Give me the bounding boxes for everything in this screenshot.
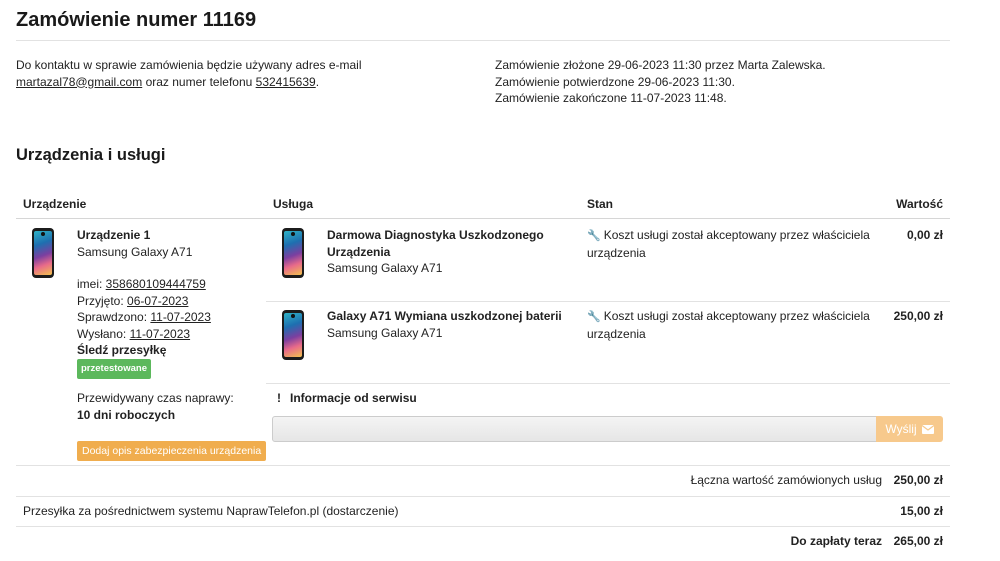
header-divider: [16, 218, 950, 219]
repair-time-value: 10 dni roboczych: [77, 407, 176, 422]
title-divider: [16, 40, 950, 41]
header-service: Usługa: [273, 197, 314, 211]
device-name: Urządzenie 1: [77, 228, 151, 242]
section-title: Urządzenia i usługi: [16, 146, 166, 164]
state-text: Koszt usługi został akceptowany przez wł…: [603, 309, 870, 323]
phone-thumbnail: [282, 310, 304, 360]
amount-due-label: Do zapłaty teraz: [790, 534, 882, 548]
email-link[interactable]: martazal78@gmail.com: [16, 75, 142, 89]
received-date-link[interactable]: 06-07-2023: [127, 294, 188, 308]
repair-time: Przewidywany czas naprawy: 10 dni robocz…: [77, 390, 267, 423]
service-name-cont: Urządzenia: [327, 244, 391, 259]
imei-label: imei:: [77, 277, 106, 291]
service-state: 🔧 Koszt usługi został akceptowany przez w…: [587, 308, 877, 342]
services-total-label: Łączna wartość zamówionych usług: [690, 473, 882, 487]
contact-info: Do kontaktu w sprawie zamówienia będzie …: [16, 57, 456, 90]
header-state: Stan: [587, 197, 614, 211]
service-name: Darmowa Diagnostyka Uszkodzonego: [327, 228, 544, 242]
send-button[interactable]: Wyślij: [876, 416, 943, 442]
status-completed: Zamówienie zakończone 11-07-2023 11:48.: [495, 91, 727, 105]
totals-divider: [16, 496, 950, 497]
header-device: Urządzenie: [23, 197, 87, 211]
service-value: 250,00 zł: [893, 309, 943, 323]
wrench-icon: 🔧: [587, 311, 601, 323]
send-button-label: Wyślij: [885, 422, 917, 436]
contact-line: Do kontaktu w sprawie zamówienia będzie …: [16, 58, 362, 72]
order-status: Zamówienie złożone 29-06-2023 11:30 prze…: [495, 57, 945, 107]
received-label: Przyjęto:: [77, 293, 128, 308]
row-divider: [266, 301, 950, 302]
status-badge: przetestowane: [77, 358, 151, 379]
state-text: Koszt usługi został akceptowany przez wł…: [603, 228, 870, 242]
sent-label: Wysłano:: [77, 326, 130, 341]
envelope-icon: [921, 424, 934, 434]
service-info-title: Informacje od serwisu: [290, 391, 417, 405]
status-confirmed: Zamówienie potwierdzone 29-06-2023 11:30…: [495, 74, 735, 89]
state-text-cont: urządzenia: [587, 326, 646, 341]
service-message-input[interactable]: [272, 416, 878, 442]
sent-date-link[interactable]: 11-07-2023: [130, 327, 191, 341]
checked-date-link[interactable]: 11-07-2023: [150, 310, 211, 324]
header-value: Wartość: [896, 197, 943, 211]
service-model: Samsung Galaxy A71: [327, 261, 443, 275]
row-divider: [266, 383, 950, 384]
wrench-icon: 🔧: [587, 230, 601, 242]
status-placed: Zamówienie złożone 29-06-2023 11:30 prze…: [495, 58, 826, 72]
state-text-cont: urządzenia: [587, 245, 646, 260]
page-title: Zamówienie numer 11169: [16, 9, 257, 31]
contact-mid-text: oraz numer telefonu: [142, 74, 256, 89]
totals-divider: [16, 465, 950, 466]
service-item: Galaxy A71 Wymiana uszkodzonej baterii S…: [327, 308, 582, 341]
device-model: Samsung Galaxy A71: [77, 244, 193, 259]
phone-thumbnail: [32, 228, 54, 278]
device-details: Urządzenie 1 Samsung Galaxy A71 imei: 35…: [77, 227, 267, 379]
service-value: 0,00 zł: [906, 228, 943, 242]
track-shipment-link[interactable]: Śledź przesyłkę: [77, 342, 267, 359]
exclamation-icon: !: [277, 391, 281, 405]
repair-time-label: Przewidywany czas naprawy:: [77, 391, 234, 405]
shipping-value: 15,00 zł: [900, 504, 943, 518]
service-model: Samsung Galaxy A71: [327, 325, 443, 340]
service-name: Galaxy A71 Wymiana uszkodzonej baterii: [327, 309, 562, 323]
services-total-value: 250,00 zł: [893, 473, 943, 487]
checked-label: Sprawdzono:: [77, 310, 151, 324]
contact-end-text: .: [315, 74, 320, 89]
amount-due-value: 265,00 zł: [893, 534, 943, 548]
service-state: 🔧 Koszt usługi został akceptowany przez w…: [587, 227, 877, 261]
service-item: Darmowa Diagnostyka Uszkodzonego Urządze…: [327, 227, 577, 277]
shipping-label: Przesyłka za pośrednictwem systemu Napra…: [23, 504, 399, 518]
phone-link[interactable]: 532415639: [256, 75, 316, 89]
totals-divider: [16, 526, 950, 527]
imei-link[interactable]: 358680109444759: [106, 277, 206, 291]
add-security-description-button[interactable]: Dodaj opis zabezpieczenia urządzenia: [77, 441, 267, 461]
phone-thumbnail: [282, 228, 304, 278]
